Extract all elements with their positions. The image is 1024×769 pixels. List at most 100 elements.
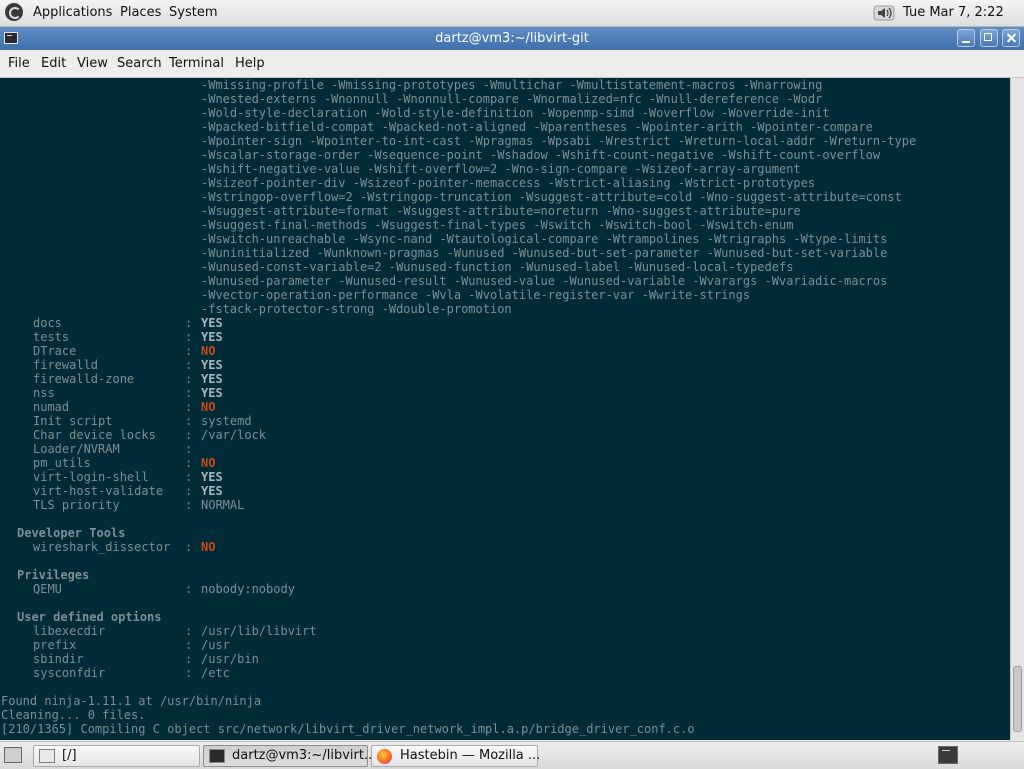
separator-colon: : bbox=[185, 582, 193, 596]
compiler-flags-line: -Wscalar-storage-order -Wsequence-point … bbox=[201, 148, 881, 162]
option-row: sbindir: /usr/bin bbox=[0, 652, 1000, 666]
maximize-icon[interactable] bbox=[980, 29, 998, 47]
developer-tools-header: Developer Tools bbox=[17, 526, 126, 540]
separator-colon: : bbox=[185, 372, 193, 386]
top-panel: Applications Places System Tue Mar 7, 2:… bbox=[0, 0, 1024, 46]
option-value: YES bbox=[201, 316, 223, 330]
option-row: virt-host-validate: YES bbox=[0, 484, 1000, 498]
menu-edit[interactable]: Edit bbox=[41, 50, 66, 77]
firefox-icon bbox=[377, 749, 392, 764]
option-row: firewalld-zone: YES bbox=[0, 372, 1000, 386]
terminal-icon bbox=[209, 749, 225, 763]
option-row: libexecdir: /usr/lib/libvirt bbox=[0, 624, 1000, 638]
option-name: prefix bbox=[33, 638, 77, 652]
separator-colon: : bbox=[185, 470, 193, 484]
speaker-volume-icon[interactable] bbox=[872, 3, 896, 23]
applications-menu[interactable]: Applications bbox=[33, 0, 112, 26]
compiler-flags-line: -Wsizeof-pointer-div -Wsizeof-pointer-me… bbox=[201, 176, 816, 190]
taskbar: [/] dartz@vm3:~/libvirt... Hastebin — Mo… bbox=[0, 741, 1024, 769]
option-value: YES bbox=[201, 358, 223, 372]
separator-colon: : bbox=[185, 428, 193, 442]
separator-colon: : bbox=[185, 442, 193, 456]
option-name: nss bbox=[33, 386, 55, 400]
separator-colon: : bbox=[185, 624, 193, 638]
show-desktop-icon[interactable] bbox=[4, 747, 22, 763]
compiler-flags-line: -Wsuggest-attribute=format -Wsuggest-att… bbox=[201, 204, 801, 218]
close-icon[interactable] bbox=[1002, 29, 1020, 47]
compiler-flags-line: -Wnested-externs -Wnonnull -Wnonnull-com… bbox=[201, 92, 823, 106]
option-row: prefix: /usr bbox=[0, 638, 1000, 652]
taskbar-item-terminal[interactable]: dartz@vm3:~/libvirt... bbox=[203, 745, 376, 767]
compiler-flags-line: -Wunused-parameter -Wunused-result -Wunu… bbox=[201, 274, 888, 288]
compiler-flags-line: -Wpointer-sign -Wpointer-to-int-cast -Wp… bbox=[201, 134, 917, 148]
option-name: tests bbox=[33, 330, 70, 344]
option-value: systemd bbox=[201, 414, 252, 428]
option-value: NO bbox=[201, 344, 216, 358]
option-row: docs: YES bbox=[0, 316, 1000, 330]
option-value: YES bbox=[201, 484, 223, 498]
option-value: YES bbox=[201, 386, 223, 400]
option-row: sysconfdir: /etc bbox=[0, 666, 1000, 680]
compiler-flags-line: -Wsuggest-final-methods -Wsuggest-final-… bbox=[201, 218, 794, 232]
compiler-flags-line: -Wmissing-profile -Wmissing-prototypes -… bbox=[201, 78, 823, 92]
menu-file[interactable]: File bbox=[8, 50, 30, 77]
option-name: sbindir bbox=[33, 652, 84, 666]
terminal-scrollbar[interactable] bbox=[1010, 78, 1024, 740]
gnome-foot-icon[interactable] bbox=[5, 3, 23, 21]
separator-colon: : bbox=[185, 316, 193, 330]
window-title-bar[interactable]: dartz@vm3:~/libvirt-git bbox=[0, 27, 1024, 50]
option-value: YES bbox=[201, 330, 223, 344]
compiler-flags-line: -Wold-style-declaration -Wold-style-defi… bbox=[201, 106, 830, 120]
taskbar-item-label: dartz@vm3:~/libvirt... bbox=[232, 748, 377, 763]
option-name: Init script bbox=[33, 414, 113, 428]
separator-colon: : bbox=[185, 456, 193, 470]
build-output-line: Cleaning... 0 files. bbox=[1, 708, 146, 722]
terminal-output[interactable]: -Wmissing-profile -Wmissing-prototypes -… bbox=[0, 78, 1010, 740]
option-name: Char device locks bbox=[33, 428, 156, 442]
option-name: virt-login-shell bbox=[33, 470, 149, 484]
option-name: virt-host-validate bbox=[33, 484, 164, 498]
option-value: nobody:nobody bbox=[201, 582, 295, 596]
workspace-switcher-icon[interactable] bbox=[938, 746, 958, 764]
option-row: numad: NO bbox=[0, 400, 1000, 414]
separator-colon: : bbox=[185, 400, 193, 414]
option-name: numad bbox=[33, 400, 70, 414]
option-value: /etc bbox=[201, 666, 230, 680]
system-menu[interactable]: System bbox=[169, 0, 217, 26]
build-output-line: Found ninja-1.11.1 at /usr/bin/ninja bbox=[1, 694, 262, 708]
option-row: Loader/NVRAM: bbox=[0, 442, 1000, 456]
menu-help[interactable]: Help bbox=[235, 50, 265, 77]
compiler-flags-line: -Wvector-operation-performance -Wvla -Wv… bbox=[201, 288, 751, 302]
compiler-flags-line: -Wswitch-unreachable -Wsync-nand -Wtauto… bbox=[201, 232, 888, 246]
option-name: Loader/NVRAM bbox=[33, 442, 120, 456]
folder-icon bbox=[39, 749, 55, 763]
places-menu[interactable]: Places bbox=[120, 0, 161, 26]
option-name: wireshark_dissector bbox=[33, 540, 171, 554]
option-name: DTrace bbox=[33, 344, 77, 358]
option-row: Char device locks: /var/lock bbox=[0, 428, 1000, 442]
taskbar-item-file-browser[interactable]: [/] bbox=[33, 745, 200, 767]
option-value: YES bbox=[201, 372, 223, 386]
clock[interactable]: Tue Mar 7, 2:22 PM bbox=[903, 0, 1024, 46]
build-output-line: [210/1365] Compiling C object src/networ… bbox=[1, 722, 695, 736]
window-title: dartz@vm3:~/libvirt-git bbox=[435, 31, 589, 46]
menu-search[interactable]: Search bbox=[117, 50, 162, 77]
option-row: tests: YES bbox=[0, 330, 1000, 344]
menu-view[interactable]: View bbox=[77, 50, 108, 77]
option-row: nss: YES bbox=[0, 386, 1000, 400]
compiler-flags-line: -Wpacked-bitfield-compat -Wpacked-not-al… bbox=[201, 120, 873, 134]
option-row: pm_utils: NO bbox=[0, 456, 1000, 470]
taskbar-item-label: Hastebin — Mozilla ... bbox=[400, 748, 541, 763]
separator-colon: : bbox=[185, 386, 193, 400]
menu-terminal[interactable]: Terminal bbox=[169, 50, 224, 77]
option-name: firewalld bbox=[33, 358, 99, 372]
compiler-flags-line: -fstack-protector-strong -Wdouble-promot… bbox=[201, 302, 512, 316]
separator-colon: : bbox=[185, 484, 193, 498]
compiler-flags-line: -Wuninitialized -Wunknown-pragmas -Wunus… bbox=[201, 246, 888, 260]
minimize-icon[interactable] bbox=[957, 29, 975, 47]
separator-colon: : bbox=[185, 498, 193, 512]
separator-colon: : bbox=[185, 330, 193, 344]
taskbar-item-firefox[interactable]: Hastebin — Mozilla ... bbox=[371, 745, 541, 767]
user-options-header: User defined options bbox=[17, 610, 162, 624]
scrollbar-thumb[interactable] bbox=[1013, 666, 1022, 732]
